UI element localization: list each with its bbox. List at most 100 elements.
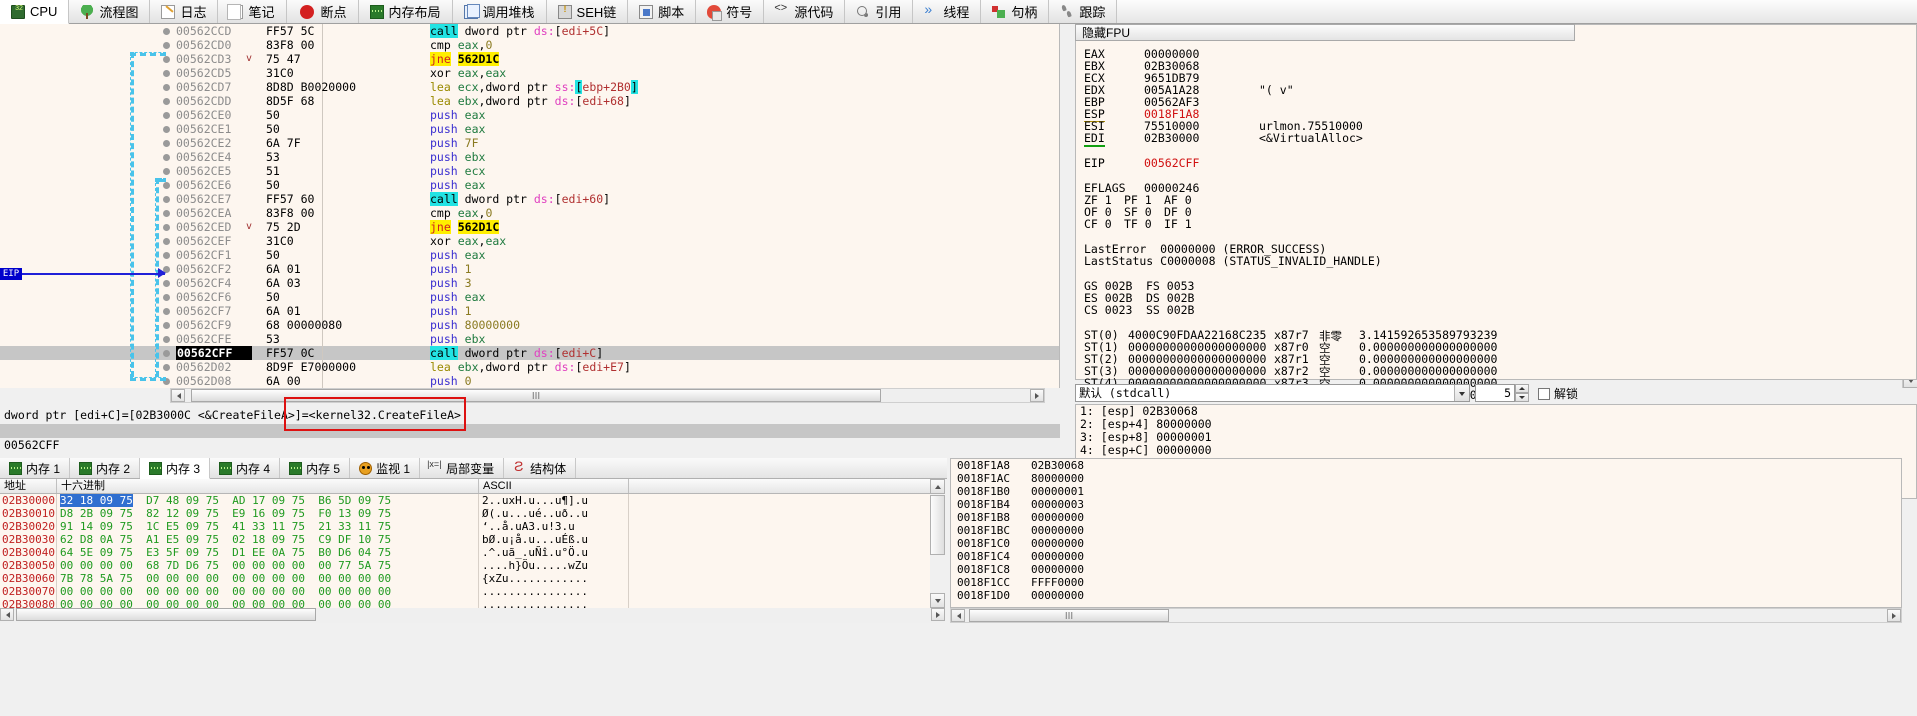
breakpoint-dot-icon[interactable] <box>163 238 170 245</box>
dump-tab-7[interactable]: 结构体 <box>504 458 577 478</box>
dump-scroll-up-button[interactable] <box>930 479 945 494</box>
segment-register[interactable]: CS 0023 <box>1084 303 1132 317</box>
dump-row[interactable]: 02B30070 00 00 00 00 00 00 00 00 00 00 00… <box>0 585 930 598</box>
argument-count-stepper[interactable] <box>1515 384 1529 402</box>
stack-row[interactable]: 0018F1C8 00000000 <box>951 563 1901 576</box>
dump-tab-3[interactable]: 内存 4 <box>210 458 281 478</box>
hex-dump-view[interactable]: 02B30000 32 18 09 75 D7 48 09 75 AD 17 09… <box>0 494 930 608</box>
dump-row[interactable]: 02B30040 64 5E 09 75 E3 5F 09 75 D1 EE 0A… <box>0 546 930 559</box>
dump-row[interactable]: 02B30030 62 D8 0A 75 A1 E5 09 75 02 18 09… <box>0 533 930 546</box>
breakpoint-dot-icon[interactable] <box>163 294 170 301</box>
tab-14[interactable]: 跟踪 <box>1049 0 1118 23</box>
breakpoint-dot-icon[interactable] <box>163 56 170 63</box>
tab-3[interactable]: 笔记 <box>218 0 287 23</box>
dump-hscroll-thumb[interactable] <box>16 608 316 621</box>
breakpoint-dot-icon[interactable] <box>163 280 170 287</box>
tab-1[interactable]: 流程图 <box>69 0 151 23</box>
chevron-down-icon[interactable] <box>1454 385 1469 401</box>
disassembly-row[interactable]: 00562CCD FF57 5C call dword ptr ds:[edi+5C… <box>0 24 1059 38</box>
stack-scroll-left-button[interactable] <box>951 609 965 622</box>
tab-10[interactable]: 源代码 <box>764 0 846 23</box>
disassembly-row[interactable]: 00562CD0 83F8 00 cmp eax,0 <box>0 38 1059 52</box>
breakpoint-dot-icon[interactable] <box>163 322 170 329</box>
disassembly-view[interactable]: 00562CCD FF57 5C call dword ptr ds:[edi+5C… <box>0 24 1060 388</box>
breakpoint-dot-icon[interactable] <box>163 364 170 371</box>
disassembly-horizontal-scrollbar[interactable]: III <box>170 388 1045 403</box>
stack-row[interactable]: 0018F1C4 00000000 <box>951 550 1901 563</box>
tab-6[interactable]: 调用堆栈 <box>452 0 547 23</box>
disassembly-row[interactable]: 00562CE2 6A 7F push 7F <box>0 136 1059 150</box>
breakpoint-dot-icon[interactable] <box>163 154 170 161</box>
unlock-checkbox[interactable] <box>1538 387 1550 400</box>
tab-7[interactable]: SEH链 <box>546 0 629 23</box>
flag-item[interactable]: CF 0 <box>1084 217 1112 231</box>
stack-view[interactable]: 0018F1A8 02B30068 0018F1AC 80000000 0018F1B0… <box>950 458 1902 608</box>
dump-tab-5[interactable]: 监视 1 <box>350 458 421 478</box>
breakpoint-dot-icon[interactable] <box>163 336 170 343</box>
disassembly-row[interactable]: 00562CE4 53 push ebx <box>0 150 1059 164</box>
breakpoint-dot-icon[interactable] <box>163 168 170 175</box>
stepper-up-button[interactable] <box>1515 384 1529 393</box>
disassembly-row[interactable]: 00562CD7 8D8D B0020000 lea ecx,dword ptr s… <box>0 80 1059 94</box>
stack-row[interactable]: 0018F1C0 00000000 <box>951 537 1901 550</box>
tab-8[interactable]: 脚本 <box>628 0 697 23</box>
dump-scroll-thumb[interactable] <box>930 495 945 555</box>
dump-tab-6[interactable]: 局部变量 <box>420 458 505 478</box>
register-eip[interactable]: EIP 00562CFF <box>1084 156 1199 170</box>
disassembly-row[interactable]: 00562CE5 51 push ecx <box>0 164 1059 178</box>
breakpoint-dot-icon[interactable] <box>163 224 170 231</box>
breakpoint-dot-icon[interactable] <box>163 70 170 77</box>
stack-scroll-right-button[interactable] <box>1887 609 1901 622</box>
dump-vertical-scrollbar[interactable] <box>930 479 945 608</box>
dump-scroll-right-button[interactable] <box>931 608 945 621</box>
stack-row[interactable]: 0018F1B8 00000000 <box>951 511 1901 524</box>
dump-row[interactable]: 02B30010 D8 2B 09 75 82 12 09 75 E9 16 09… <box>0 507 930 520</box>
hide-fpu-button[interactable]: 隐藏FPU <box>1075 24 1575 41</box>
scroll-right-button[interactable] <box>1030 389 1044 402</box>
dump-tab-2[interactable]: 内存 3 <box>140 458 211 479</box>
dump-scroll-left-button[interactable] <box>0 608 14 621</box>
breakpoint-dot-icon[interactable] <box>163 140 170 147</box>
calling-convention-select[interactable]: 默认 (stdcall) <box>1075 384 1470 402</box>
stack-row[interactable]: 0018F1B0 00000001 <box>951 485 1901 498</box>
stack-row[interactable]: 0018F1B4 00000003 <box>951 498 1901 511</box>
breakpoint-dot-icon[interactable] <box>163 196 170 203</box>
argument-count-input[interactable]: 5 <box>1475 384 1515 402</box>
dump-row[interactable]: 02B30020 91 14 09 75 1C E5 09 75 41 33 11… <box>0 520 930 533</box>
segment-register[interactable]: SS 002B <box>1146 303 1194 317</box>
registers-view[interactable]: EAX 00000000 EBX 02B30068 ECX 9651DB79 EDX 005A… <box>1075 24 1917 403</box>
disassembly-row[interactable]: 00562CDD 8D5F 68 lea ebx,dword ptr ds:[edi… <box>0 94 1059 108</box>
dump-tab-0[interactable]: 内存 1 <box>0 458 71 478</box>
tab-11[interactable]: 引用 <box>845 0 914 23</box>
dump-scroll-down-button[interactable] <box>930 593 945 608</box>
tab-4[interactable]: 断点 <box>286 0 359 23</box>
breakpoint-dot-icon[interactable] <box>163 28 170 35</box>
tab-0[interactable]: CPU <box>0 0 70 24</box>
dump-horizontal-scrollbar[interactable] <box>0 608 945 623</box>
breakpoint-dot-icon[interactable] <box>163 182 170 189</box>
unlock-toggle[interactable]: 解锁 <box>1538 385 1578 402</box>
stepper-down-button[interactable] <box>1515 393 1529 402</box>
breakpoint-dot-icon[interactable] <box>163 252 170 259</box>
tab-13[interactable]: 句柄 <box>981 0 1050 23</box>
stack-row[interactable]: 0018F1A8 02B30068 <box>951 459 1901 472</box>
disassembly-row[interactable]: 00562CD5 31C0 xor eax,eax <box>0 66 1059 80</box>
register-edi[interactable]: EDI 02B30000 <&VirtualAlloc> <box>1084 131 1363 147</box>
disassembly-row[interactable]: 00562CE1 50 push eax <box>0 122 1059 136</box>
breakpoint-dot-icon[interactable] <box>163 98 170 105</box>
dump-tab-4[interactable]: 内存 5 <box>280 458 351 478</box>
flag-item[interactable]: IF 1 <box>1164 217 1192 231</box>
tab-12[interactable]: 线程 <box>913 0 982 23</box>
last-status-line[interactable]: LastStatus C0000008 (STATUS_INVALID_HAND… <box>1084 254 1382 268</box>
stack-row[interactable]: 0018F1D0 00000000 <box>951 589 1901 602</box>
breakpoint-dot-icon[interactable] <box>163 350 170 357</box>
breakpoint-dot-icon[interactable] <box>163 126 170 133</box>
breakpoint-dot-icon[interactable] <box>163 308 170 315</box>
dump-tab-1[interactable]: 内存 2 <box>70 458 141 478</box>
flag-item[interactable]: TF 0 <box>1124 217 1152 231</box>
stack-row[interactable]: 0018F1CC FFFF0000 <box>951 576 1901 589</box>
stack-row[interactable]: 0018F1BC 00000000 <box>951 524 1901 537</box>
stack-horizontal-scrollbar[interactable]: III <box>950 608 1902 623</box>
stack-row[interactable]: 0018F1AC 80000000 <box>951 472 1901 485</box>
scroll-left-button[interactable] <box>171 389 185 402</box>
